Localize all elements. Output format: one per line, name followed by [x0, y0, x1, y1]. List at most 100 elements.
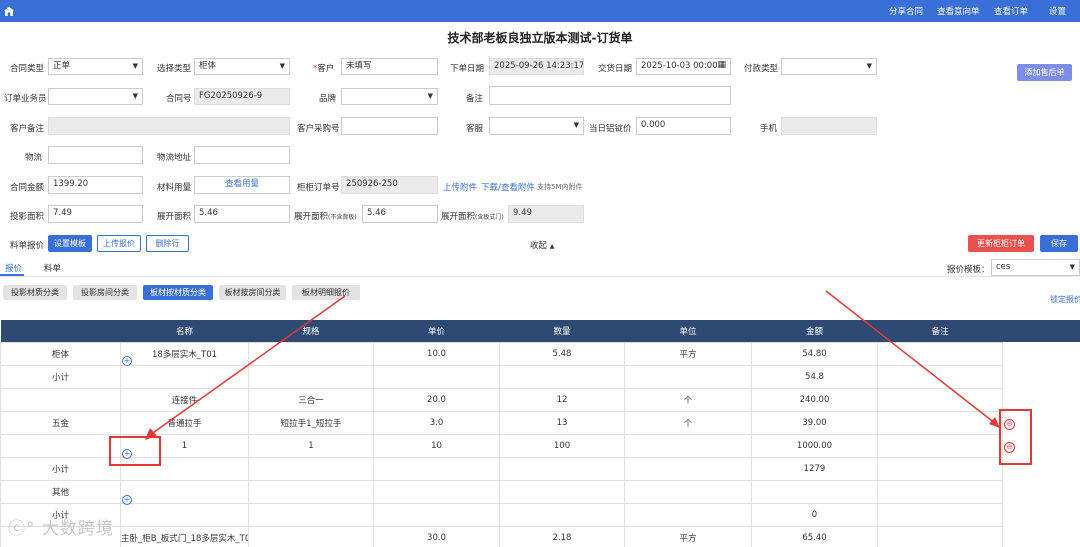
table-cell-spec[interactable]: [248, 341, 374, 366]
table-cell-remark[interactable]: [877, 341, 1003, 366]
table-cell-name[interactable]: [120, 502, 249, 527]
table-cell-remark[interactable]: [877, 479, 1003, 504]
table-cell-unit[interactable]: 平方: [624, 525, 752, 547]
remark-textarea[interactable]: [489, 86, 731, 105]
table-cell-spec[interactable]: 短拉手1_短拉手: [248, 410, 374, 435]
table-cell-name[interactable]: 18多层实木_T01: [120, 341, 249, 366]
table-cell-remark[interactable]: [877, 433, 1003, 458]
table-cell-unit[interactable]: [624, 364, 752, 389]
projected-area-field[interactable]: 7.49: [48, 205, 143, 223]
logistics-field[interactable]: [48, 146, 143, 164]
contract-type-select[interactable]: 正单 ▼: [48, 58, 143, 75]
update-order-button[interactable]: 更新柜柜订单: [968, 235, 1034, 252]
table-cell-name[interactable]: [120, 364, 249, 389]
brand-select[interactable]: ▼: [341, 88, 438, 105]
table-cell-remark[interactable]: [877, 502, 1003, 527]
expanded-area-field[interactable]: 5.46: [194, 205, 290, 223]
calendar-icon[interactable]: ▦: [717, 60, 726, 71]
table-cell-qty[interactable]: 12: [499, 387, 625, 412]
table-cell-remark[interactable]: [877, 410, 1003, 435]
pill-projected-material[interactable]: 投影材质分类: [3, 285, 67, 300]
table-cell-amount[interactable]: 1279: [751, 456, 878, 481]
table-cell-name[interactable]: 主卧_柜B_板式门_18多层实木_T01: [120, 525, 249, 547]
table-cell-remark[interactable]: [877, 525, 1003, 547]
nav-share-contract[interactable]: 分享合同: [889, 5, 923, 17]
customer-service-select[interactable]: ▼: [489, 117, 584, 135]
table-cell-spec[interactable]: [248, 456, 374, 481]
upload-quote-button[interactable]: 上传报价: [97, 235, 141, 252]
table-cell-unit[interactable]: [624, 502, 752, 527]
logistics-address-field[interactable]: [194, 146, 290, 164]
table-cell-spec[interactable]: [248, 364, 374, 389]
table-cell-qty[interactable]: [499, 502, 625, 527]
table-cell-amount[interactable]: 65.40: [751, 525, 878, 547]
table-cell-spec[interactable]: [248, 525, 374, 547]
table-cell-amount[interactable]: 240.00: [751, 387, 878, 412]
table-cell-price[interactable]: [373, 502, 500, 527]
table-cell-price[interactable]: 10: [373, 433, 500, 458]
delete-row-button[interactable]: 删除行: [146, 235, 189, 252]
table-cell-price[interactable]: 3.0: [373, 410, 500, 435]
table-cell-amount[interactable]: 0: [751, 502, 878, 527]
table-cell-qty[interactable]: [499, 364, 625, 389]
collapse-toggle[interactable]: 收起 ▲: [530, 239, 554, 251]
table-cell-name[interactable]: 连接件: [120, 387, 249, 412]
table-cell-qty[interactable]: 5.48: [499, 341, 625, 366]
table-cell-qty[interactable]: 13: [499, 410, 625, 435]
set-template-button[interactable]: 设置模板: [48, 235, 92, 252]
table-cell-unit[interactable]: 个: [624, 387, 752, 412]
daily-al-price-field[interactable]: 0.000: [636, 117, 731, 135]
table-cell-amount[interactable]: 54.8: [751, 364, 878, 389]
quote-template-select[interactable]: ces ▼: [991, 259, 1080, 276]
table-cell-remark[interactable]: [877, 387, 1003, 412]
add-after-sale-button[interactable]: 添加售后单: [1017, 64, 1072, 81]
table-cell-unit[interactable]: 个: [624, 410, 752, 435]
table-cell-spec[interactable]: 三合一: [248, 387, 374, 412]
customer-field[interactable]: 未填写: [341, 58, 438, 75]
home-icon[interactable]: [3, 5, 15, 17]
view-usage-button[interactable]: 查看用量: [194, 176, 290, 194]
table-cell-price[interactable]: 30.0: [373, 525, 500, 547]
table-cell-amount[interactable]: 54.80: [751, 341, 878, 366]
delivery-date-field[interactable]: 2025-10-03 00:00:0 ▦: [636, 58, 731, 75]
table-cell-price[interactable]: [373, 364, 500, 389]
table-cell-unit[interactable]: [624, 433, 752, 458]
table-cell-qty[interactable]: 100: [499, 433, 625, 458]
nav-settings[interactable]: 设置: [1049, 5, 1066, 17]
table-cell-price[interactable]: [373, 479, 500, 504]
table-cell-qty[interactable]: 2.18: [499, 525, 625, 547]
table-cell-remark[interactable]: [877, 364, 1003, 389]
table-cell-unit[interactable]: [624, 456, 752, 481]
tab-quote[interactable]: 报价: [5, 262, 22, 274]
table-cell-amount[interactable]: [751, 479, 878, 504]
nav-view-orders[interactable]: 查看订单: [994, 5, 1028, 17]
table-cell-price[interactable]: 20.0: [373, 387, 500, 412]
pill-projected-room[interactable]: 投影房间分类: [73, 285, 137, 300]
contract-amount-field[interactable]: 1399.20: [48, 176, 143, 194]
table-cell-name[interactable]: [120, 479, 249, 504]
table-cell-unit[interactable]: 平方: [624, 341, 752, 366]
order-staff-select[interactable]: ▼: [48, 88, 143, 105]
payment-type-select[interactable]: ▼: [781, 58, 877, 75]
select-type-select[interactable]: 柜体 ▼: [194, 58, 290, 75]
table-cell-spec[interactable]: [248, 479, 374, 504]
customer-po-field[interactable]: [341, 117, 438, 135]
table-cell-unit[interactable]: [624, 479, 752, 504]
table-cell-spec[interactable]: 1: [248, 433, 374, 458]
table-cell-qty[interactable]: [499, 479, 625, 504]
download-attachment-link[interactable]: 下载/查看附件: [481, 181, 535, 193]
table-cell-remark[interactable]: [877, 456, 1003, 481]
pill-board-material[interactable]: 板材按材质分类: [143, 285, 213, 300]
table-cell-qty[interactable]: [499, 456, 625, 481]
expanded-area-nobox-field[interactable]: 5.46: [362, 205, 438, 223]
table-cell-price[interactable]: [373, 456, 500, 481]
table-cell-amount[interactable]: 39.00: [751, 410, 878, 435]
save-button[interactable]: 保存: [1040, 235, 1078, 252]
add-row-icon[interactable]: +: [122, 495, 132, 505]
table-cell-spec[interactable]: [248, 502, 374, 527]
nav-view-intent-orders[interactable]: 查看意向单: [937, 5, 980, 17]
lock-quote-link[interactable]: 锁定报价: [1050, 294, 1080, 305]
upload-attachment-link[interactable]: 上传附件: [443, 181, 477, 193]
pill-board-room[interactable]: 板材按房间分类: [219, 285, 286, 300]
table-cell-amount[interactable]: 1000.00: [751, 433, 878, 458]
